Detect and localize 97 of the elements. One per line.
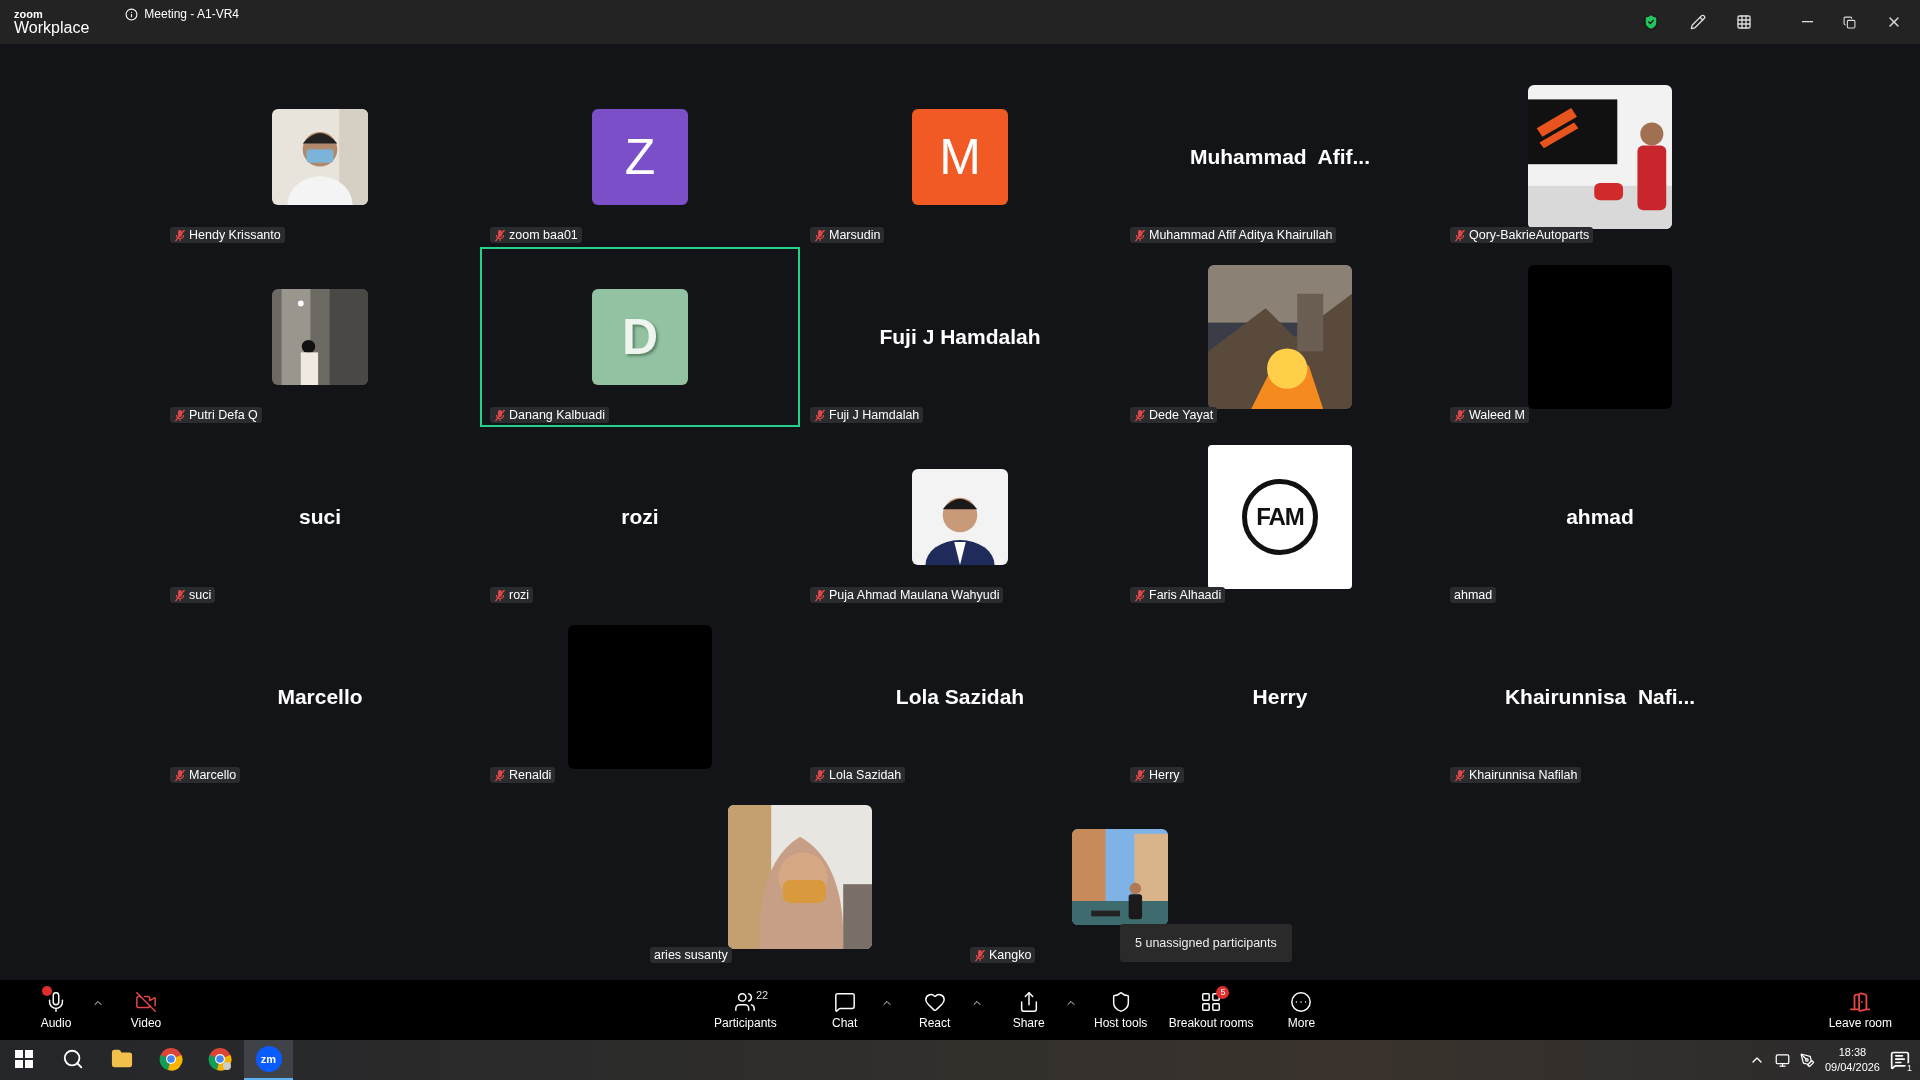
muted-mic-icon	[174, 768, 186, 782]
participants-icon	[734, 990, 757, 1013]
participant-name: rozi	[621, 505, 659, 529]
meeting-title: Meeting - A1-VR4	[144, 7, 239, 21]
more-icon	[1290, 990, 1313, 1013]
taskbar-app[interactable]: zm	[244, 1040, 293, 1080]
breakout-button[interactable]: 5 Breakout rooms	[1160, 988, 1262, 1032]
muted-mic-icon	[494, 768, 506, 782]
name-label: ahmad	[1450, 587, 1497, 603]
search-icon	[61, 1048, 84, 1070]
notification-count: 1	[1905, 1063, 1914, 1073]
more-button[interactable]: More	[1265, 988, 1338, 1032]
avatar-letter: M	[912, 109, 1008, 205]
muted-mic-icon	[174, 408, 186, 422]
name-label: Kangko	[970, 947, 1036, 963]
muted-mic-icon	[814, 408, 826, 422]
audio-button[interactable]: Audio	[20, 988, 92, 1032]
chrome-icon	[158, 1047, 183, 1071]
react-button[interactable]: React	[898, 988, 971, 1032]
avatar-letter: Z	[592, 109, 688, 205]
participant-count: 22	[756, 988, 769, 1001]
name-label: Marsudin	[810, 227, 885, 243]
notification-icon[interactable]	[1890, 1050, 1910, 1070]
logo-text: FAM	[1242, 479, 1318, 555]
chat-button[interactable]: Chat	[808, 988, 881, 1032]
name-label: Hendy Krissanto	[170, 227, 285, 243]
clock-date: 09/04/2026	[1824, 1060, 1880, 1075]
name-label: Herry	[1130, 767, 1184, 783]
pen-icon[interactable]	[1799, 1052, 1815, 1068]
name-label: Renaldi	[490, 767, 556, 783]
muted-mic-icon	[494, 408, 506, 422]
participant-name: Herry	[1252, 685, 1308, 709]
zoom-app-icon: zm	[255, 1046, 282, 1072]
name-label: zoom baa01	[490, 227, 582, 243]
participant-name: Muhammad Afif...	[1189, 145, 1371, 169]
share-button[interactable]: Share	[992, 988, 1065, 1032]
name-label: Puja Ahmad Maulana Wahyudi	[810, 587, 1004, 603]
muted-mic-icon	[174, 228, 186, 242]
participants-button[interactable]: 22 Participants	[706, 988, 785, 1032]
muted-mic-icon	[974, 948, 986, 962]
muted-mic-icon	[174, 588, 186, 602]
name-label: rozi	[490, 587, 534, 603]
muted-mic-icon	[814, 228, 826, 242]
restore-icon	[1843, 15, 1856, 29]
clock-time: 18:38	[1838, 1044, 1867, 1060]
name-label: Faris Alhaadi	[1130, 587, 1226, 603]
name-label: Lola Sazidah	[810, 767, 906, 783]
info-icon[interactable]	[125, 7, 139, 21]
muted-mic-icon	[1134, 228, 1146, 242]
alert-dot-icon	[42, 985, 52, 996]
participant-name: Lola Sazidah	[895, 685, 1025, 709]
muted-mic-icon	[1134, 408, 1146, 422]
muted-mic-icon	[1454, 228, 1466, 242]
windows-logo-icon[interactable]	[15, 1050, 33, 1068]
name-label: Muhammad Afif Aditya Khairullah	[1130, 227, 1337, 243]
host-button[interactable]: Host tools	[1084, 988, 1157, 1032]
name-label: Putri Defa Q	[170, 407, 262, 423]
video-button[interactable]: Video	[110, 988, 182, 1032]
tooltip: 5 unassigned participants	[1120, 924, 1292, 962]
shield-icon	[1642, 13, 1660, 31]
muted-mic-icon	[814, 588, 826, 602]
participant-name: Marcello	[277, 685, 363, 709]
participant-name: ahmad	[1566, 505, 1634, 529]
muted-mic-icon	[814, 768, 826, 782]
name-label: Marcello	[170, 767, 241, 783]
pencil-icon	[1690, 14, 1706, 30]
name-label: Qory-BakrieAutoparts	[1450, 227, 1594, 243]
door-icon	[1849, 990, 1872, 1013]
chrome-icon	[207, 1047, 232, 1071]
participant-name: Khairunnisa Nafi...	[1504, 685, 1696, 709]
app-logo-small: zoom	[14, 8, 44, 20]
name-label: Fuji J Hamdalah	[810, 407, 924, 423]
muted-mic-icon	[1134, 588, 1146, 602]
muted-mic-icon	[1454, 768, 1466, 782]
name-label: Khairunnisa Nafilah	[1450, 767, 1582, 783]
app-logo: Workplace	[14, 19, 90, 36]
minimize-icon	[1802, 21, 1813, 23]
notification-badge: 5	[1216, 985, 1230, 999]
avatar-letter: D	[592, 289, 688, 385]
muted-mic-icon	[1454, 408, 1466, 422]
name-label: Waleed M	[1450, 407, 1529, 423]
chat-icon	[833, 990, 856, 1013]
video-icon	[135, 990, 157, 1013]
muted-mic-icon	[494, 228, 506, 242]
participant-name: suci	[299, 505, 341, 529]
participant-name: Fuji J Hamdalah	[879, 325, 1041, 349]
leave-room-button[interactable]: Leave room	[1820, 988, 1900, 1032]
name-label: aries susanty	[650, 947, 732, 963]
breakout-icon	[1200, 990, 1223, 1013]
name-label: suci	[170, 587, 216, 603]
muted-mic-icon	[1134, 768, 1146, 782]
folder-icon	[110, 1048, 133, 1070]
name-label: Dede Yayat	[1130, 407, 1218, 423]
grid-icon	[1736, 14, 1752, 30]
network-icon[interactable]	[1774, 1052, 1790, 1068]
name-label: Danang Kalbuadi	[490, 407, 609, 423]
muted-mic-icon	[494, 588, 506, 602]
